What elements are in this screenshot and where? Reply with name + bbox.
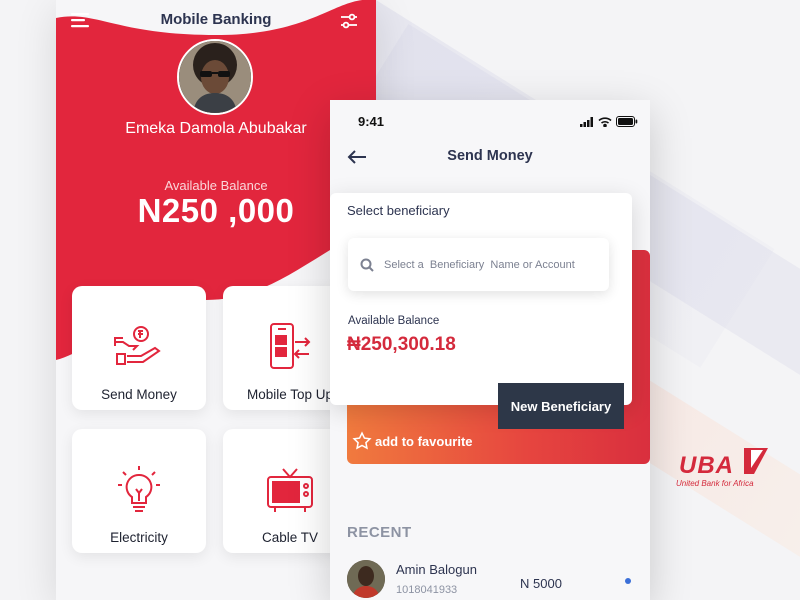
tile-label: Electricity xyxy=(110,530,168,545)
left-phone-screen: Mobile Banking Emeka Damola Abubakar Ava… xyxy=(56,0,376,600)
page-title: Mobile Banking xyxy=(160,11,272,28)
new-beneficiary-button[interactable]: New Beneficiary xyxy=(498,383,624,429)
phone-topup-icon xyxy=(270,323,311,369)
sliders-icon[interactable] xyxy=(338,10,360,32)
recent-account: 1018041933 xyxy=(396,584,458,596)
right-phone-screen: 9:41 Send Money add to favourite Select … xyxy=(330,100,650,600)
avatar[interactable] xyxy=(177,39,253,115)
recent-amount: N 5000 xyxy=(520,576,562,591)
beneficiary-search[interactable] xyxy=(348,238,609,291)
select-beneficiary-card: Select beneficiary Available Balance ₦25… xyxy=(330,193,632,405)
status-icons xyxy=(580,116,638,127)
signal-icon xyxy=(580,116,593,127)
search-input[interactable] xyxy=(384,258,604,271)
user-name: Emeka Damola Abubakar xyxy=(125,120,307,137)
logo-subtitle: United Bank for Africa xyxy=(676,479,754,488)
unread-indicator xyxy=(625,578,631,584)
available-balance-value: ₦250,300.18 xyxy=(347,334,456,355)
add-to-favourite-button[interactable]: add to favourite xyxy=(352,431,473,451)
wifi-icon xyxy=(598,116,612,127)
search-icon xyxy=(360,258,374,272)
favourite-label: add to favourite xyxy=(375,433,473,449)
balance-label: Available Balance xyxy=(164,178,268,193)
list-item[interactable]: Amin Balogun 1018041933 N 5000 xyxy=(347,558,637,600)
recent-heading: RECENT xyxy=(347,524,412,541)
send-money-tile[interactable]: Send Money xyxy=(72,286,206,410)
star-icon xyxy=(352,431,372,450)
card-title: Select beneficiary xyxy=(347,203,450,218)
hand-money-icon xyxy=(114,326,161,365)
status-time: 9:41 xyxy=(358,114,385,129)
tv-icon xyxy=(267,468,313,512)
balance-value: N250 ,000 xyxy=(137,192,295,229)
tile-label: Send Money xyxy=(101,387,177,402)
logo-mark-icon xyxy=(744,448,768,474)
lightbulb-icon xyxy=(118,466,160,512)
logo-text: UBA xyxy=(679,452,734,479)
recent-name: Amin Balogun xyxy=(396,562,477,577)
available-balance-label: Available Balance xyxy=(348,315,440,327)
uba-logo: UBA United Bank for Africa xyxy=(676,446,776,496)
electricity-tile[interactable]: Electricity xyxy=(72,429,206,553)
page-title: Send Money xyxy=(447,148,533,164)
avatar xyxy=(347,560,385,598)
battery-icon xyxy=(616,116,638,127)
